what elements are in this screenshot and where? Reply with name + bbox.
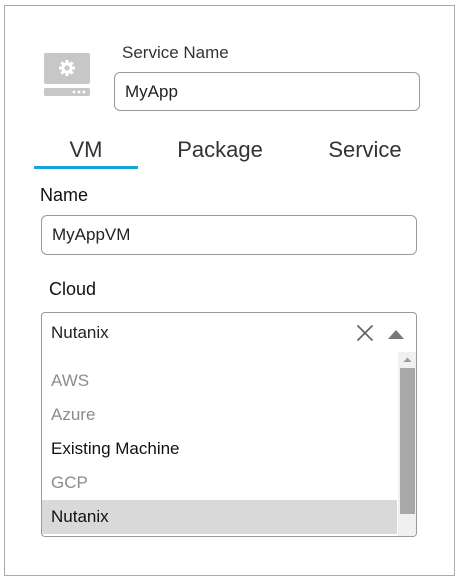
option-nutanix[interactable]: Nutanix <box>42 500 397 534</box>
tab-package[interactable]: Package <box>160 130 280 170</box>
vm-name-input[interactable]: MyAppVM <box>41 215 417 255</box>
server-settings-icon <box>43 50 91 98</box>
active-tab-indicator <box>34 166 138 169</box>
tab-service[interactable]: Service <box>310 130 420 170</box>
service-name-label: Service Name <box>122 43 229 62</box>
cloud-options-list: AWS Azure Existing Machine GCP Nutanix <box>41 352 417 537</box>
cloud-select-value: Nutanix <box>51 323 109 342</box>
scroll-up-arrow-icon[interactable] <box>398 352 416 368</box>
dropdown-scrollbar[interactable] <box>398 352 416 536</box>
cloud-select[interactable]: Nutanix <box>41 312 417 353</box>
name-label: Name <box>40 185 89 205</box>
service-name-value: MyApp <box>125 81 178 101</box>
tab-vm[interactable]: VM <box>35 130 137 170</box>
option-azure[interactable]: Azure <box>42 398 397 432</box>
caret-up-icon[interactable] <box>387 327 405 339</box>
service-name-input[interactable]: MyApp <box>114 72 420 111</box>
close-icon[interactable] <box>356 324 374 342</box>
option-existing-machine[interactable]: Existing Machine <box>42 432 397 466</box>
cloud-label: Cloud <box>49 279 97 299</box>
vm-name-value: MyAppVM <box>52 225 131 244</box>
scroll-thumb[interactable] <box>400 368 415 514</box>
option-aws[interactable]: AWS <box>42 364 397 398</box>
option-gcp[interactable]: GCP <box>42 466 397 500</box>
